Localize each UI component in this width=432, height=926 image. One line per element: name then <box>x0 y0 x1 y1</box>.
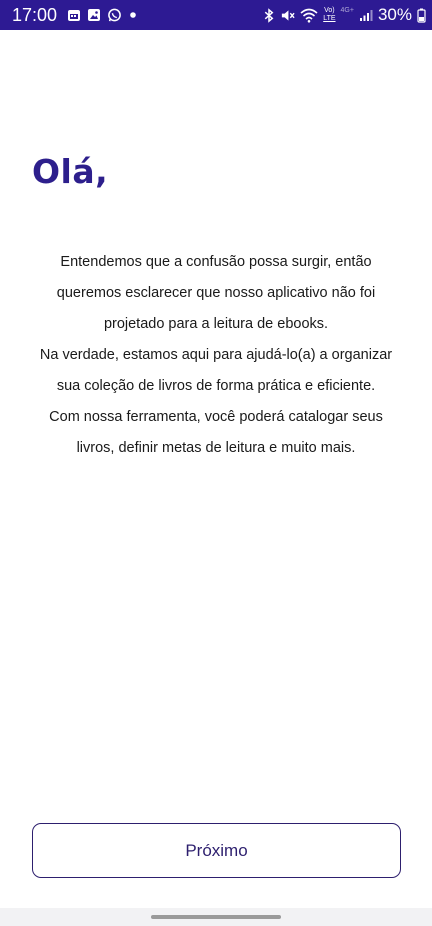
intro-message: Entendemos que a confusão possa surgir, … <box>32 247 400 464</box>
whatsapp-icon <box>107 8 122 23</box>
next-button[interactable]: Próximo <box>32 823 401 878</box>
intro-paragraph-2: Na verdade, estamos aqui para ajudá-lo(a… <box>39 347 393 394</box>
intro-paragraph-1: Entendemos que a confusão possa surgir, … <box>56 254 376 332</box>
volte-top-text: Vo) <box>324 7 335 14</box>
intro-paragraph-3: Com nossa ferramenta, você poderá catalo… <box>49 409 383 456</box>
app-screen: 17:00 Vo) LTE 4G+ 30% Olá, Entendemos qu… <box>0 0 432 926</box>
status-bar: 17:00 Vo) LTE 4G+ 30% <box>0 0 432 30</box>
volte-bottom-text: LTE <box>323 15 336 22</box>
network-gen-text: 4G+ <box>340 7 354 14</box>
status-right: Vo) LTE 4G+ 30% <box>263 5 426 25</box>
volte-icon: Vo) LTE <box>323 7 335 23</box>
battery-text: 30% <box>377 5 412 24</box>
bluetooth-icon <box>263 7 275 23</box>
navigation-bar <box>0 908 432 926</box>
signal-icon <box>359 9 373 22</box>
mute-icon <box>280 8 295 23</box>
home-indicator[interactable] <box>151 915 281 919</box>
status-time: 17:00 <box>12 4 58 25</box>
battery-icon <box>417 8 426 23</box>
status-left: 17:00 <box>12 5 138 26</box>
dot-icon <box>128 10 138 20</box>
wifi-icon <box>300 8 318 23</box>
greeting-title: Olá, <box>32 152 109 191</box>
gallery-icon <box>87 8 101 22</box>
calendar-icon <box>67 8 81 22</box>
